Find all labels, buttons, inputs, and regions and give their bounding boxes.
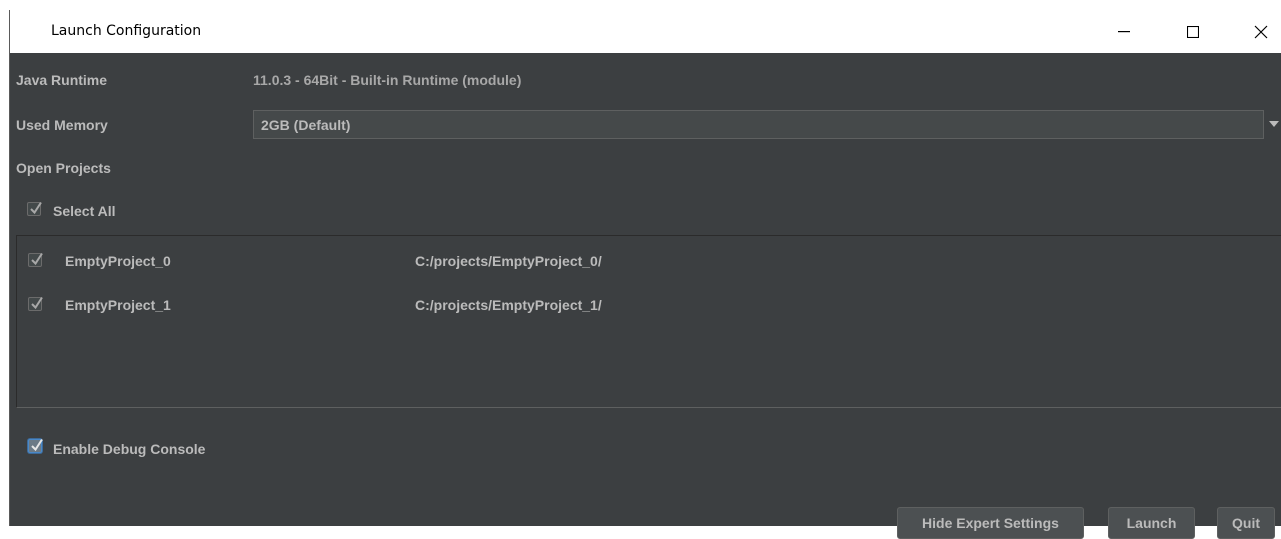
java-runtime-value: 11.0.3 - 64Bit - Built-in Runtime (modul… [253,72,522,88]
enable-debug-console-label: Enable Debug Console [53,441,206,457]
checkmark-icon [31,252,43,266]
window-title: Launch Configuration [51,23,202,39]
java-runtime-label: Java Runtime [16,72,108,88]
maximize-button[interactable] [1170,10,1216,53]
dialog-content: Java Runtime 11.0.3 - 64Bit - Built-in R… [10,53,1281,539]
project-row[interactable]: EmptyProject_1 C:/projects/EmptyProject_… [17,291,1281,319]
select-all-checkbox[interactable] [27,201,42,216]
project-path: C:/projects/EmptyProject_0/ [415,253,602,269]
close-icon [1254,25,1268,38]
used-memory-label: Used Memory [16,117,108,133]
checkmark-icon [30,201,42,215]
select-all-label: Select All [53,203,116,219]
dropdown-arrow-button[interactable] [1263,110,1281,139]
project-name: EmptyProject_1 [65,297,171,313]
maximize-icon [1187,25,1199,38]
project-name: EmptyProject_0 [65,253,171,269]
quit-button[interactable]: Quit [1217,507,1275,539]
project-path: C:/projects/EmptyProject_1/ [415,297,602,313]
launch-button[interactable]: Launch [1108,507,1195,539]
project-checkbox[interactable] [28,296,43,311]
title-bar[interactable]: Launch Configuration [10,10,1281,53]
launch-configuration-window: Launch Configuration Java Runtime 11.0.3… [9,10,1281,539]
checkmark-icon [31,438,43,452]
projects-list: EmptyProject_0 C:/projects/EmptyProject_… [16,235,1281,408]
used-memory-selected: 2GB (Default) [261,117,351,133]
project-checkbox[interactable] [28,252,43,267]
chevron-down-icon [1269,121,1279,127]
checkmark-icon [31,296,43,310]
used-memory-dropdown[interactable]: 2GB (Default) [253,110,1281,139]
open-projects-label: Open Projects [16,160,111,176]
hide-expert-settings-button[interactable]: Hide Expert Settings [897,507,1084,539]
minimize-button[interactable] [1101,10,1147,53]
enable-debug-console-checkbox[interactable] [28,438,43,453]
project-row[interactable]: EmptyProject_0 C:/projects/EmptyProject_… [17,247,1281,275]
close-button[interactable] [1238,10,1281,53]
minimize-icon [1118,30,1130,32]
